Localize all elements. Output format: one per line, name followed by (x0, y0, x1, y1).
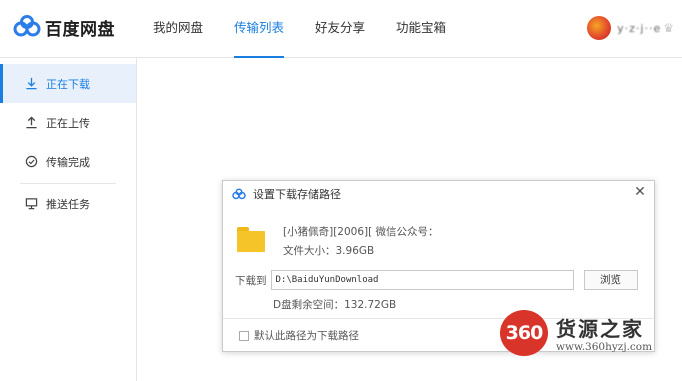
file-size: 文件大小：3.96GB (283, 245, 375, 257)
file-summary: [小猪佩奇][2006][ 微信公众号： 文件大小：3.96GB (237, 225, 439, 258)
nav-friend-share[interactable]: 好友分享 (315, 0, 365, 58)
dialog-title: 设置下载存储路径 (253, 188, 341, 201)
download-icon (24, 77, 38, 91)
crown-icon: ♛ (663, 21, 674, 35)
path-row: 下载到 D:\BaiduYunDownload 浏览 (235, 270, 638, 290)
watermark-url: www.360hyzj.com (556, 341, 653, 353)
cloud-logo-icon (232, 188, 246, 199)
path-label: 下载到 (235, 274, 267, 287)
file-name: [小猪佩奇][2006][ 微信公众号： (283, 226, 439, 238)
watermark-badge: 360 (500, 310, 548, 356)
default-path-label: 默认此路径为下载路径 (254, 330, 359, 342)
sidebar-item-uploading[interactable]: 正在上传 (0, 103, 136, 142)
browse-button[interactable]: 浏览 (583, 270, 638, 290)
sidebar-item-completed[interactable]: 传输完成 (0, 142, 136, 181)
sidebar-item-label: 推送任务 (46, 197, 90, 211)
sidebar-item-downloading[interactable]: 正在下载 (0, 64, 136, 103)
nav-transfer-list[interactable]: 传输列表 (234, 0, 285, 58)
download-path-input[interactable]: D:\BaiduYunDownload (270, 270, 574, 290)
sidebar-item-label: 正在下载 (46, 77, 90, 91)
logo-text: 百度网盘 (45, 19, 115, 40)
baidu-netdisk-logo[interactable]: 百度网盘 (12, 14, 115, 40)
default-path-option[interactable]: 默认此路径为下载路径 (239, 328, 359, 343)
sidebar-item-label: 传输完成 (46, 155, 90, 169)
avatar[interactable] (587, 16, 612, 40)
folder-icon (237, 227, 265, 253)
check-circle-icon (24, 155, 38, 169)
top-header: 百度网盘 我的网盘 传输列表 好友分享 功能宝箱 y·z·j··e ♛ (0, 0, 682, 58)
nav-my-netdisk[interactable]: 我的网盘 (153, 0, 203, 58)
sidebar-item-push-tasks[interactable]: 推送任务 (0, 184, 136, 223)
monitor-icon (24, 197, 38, 211)
sidebar-item-label: 正在上传 (46, 116, 90, 130)
cloud-logo-icon (13, 15, 41, 37)
free-space-text: D盘剩余空间：132.72GB (273, 299, 397, 311)
main-nav: 我的网盘 传输列表 好友分享 功能宝箱 (153, 0, 477, 58)
username[interactable]: y·z·j··e (617, 22, 661, 35)
close-icon[interactable]: ✕ (632, 184, 648, 200)
site-watermark: 360 货源之家 www.360hyzj.com (500, 308, 682, 358)
default-path-checkbox[interactable] (239, 330, 249, 341)
nav-toolbox[interactable]: 功能宝箱 (396, 0, 446, 58)
sidebar: 正在下载 正在上传 传输完成 推送任务 (0, 58, 137, 381)
dialog-titlebar[interactable]: 设置下载存储路径 (223, 181, 654, 207)
user-menu[interactable]: y·z·j··e ♛ (587, 16, 674, 40)
watermark-name: 货源之家 (556, 317, 644, 341)
upload-icon (24, 116, 38, 130)
